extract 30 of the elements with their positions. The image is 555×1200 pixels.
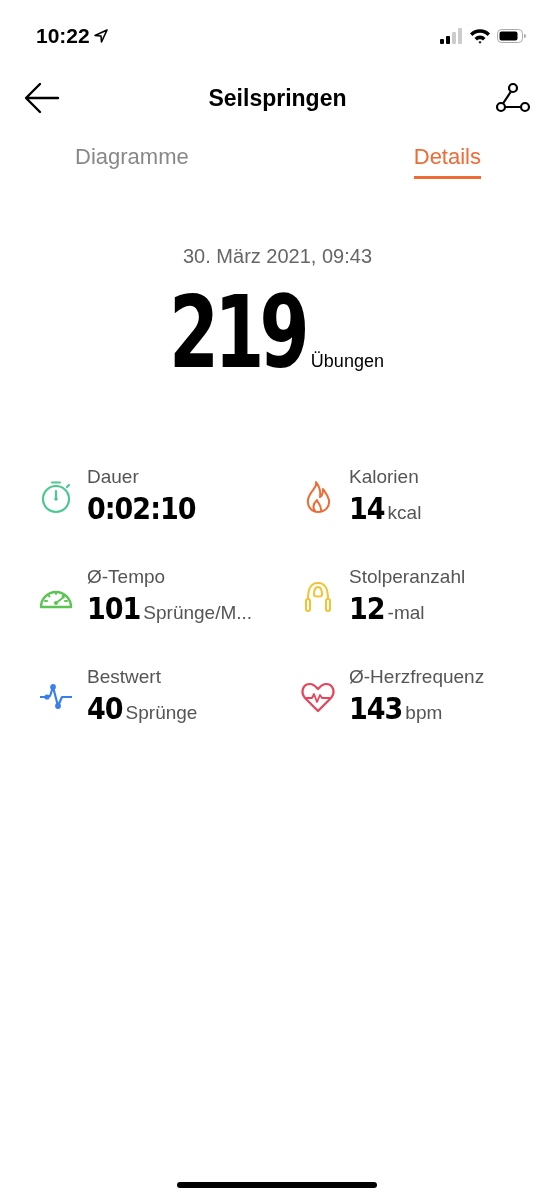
page-title: Seilspringen bbox=[208, 84, 347, 112]
battery-icon bbox=[497, 28, 527, 44]
share-button[interactable] bbox=[495, 82, 533, 114]
stat-value: 0:02:10 bbox=[87, 490, 196, 528]
signal-icon bbox=[439, 28, 463, 44]
date-time: 30. März 2021, 09:43 bbox=[182, 245, 373, 268]
stat-value: 40 bbox=[87, 690, 123, 728]
stat-unit: Sprünge bbox=[125, 702, 198, 724]
status-time: 10:22 bbox=[36, 24, 90, 48]
jump-count: 219 bbox=[169, 274, 305, 391]
stat-label: Bestwert bbox=[87, 665, 162, 689]
stat-unit: Sprünge/M... bbox=[143, 602, 253, 624]
stat-unit: kcal bbox=[387, 502, 422, 524]
stat-value: 143 bbox=[349, 690, 403, 728]
stat-unit: -mal bbox=[387, 602, 425, 624]
back-button[interactable] bbox=[24, 82, 60, 114]
stat-label: Ø-Tempo bbox=[87, 565, 167, 589]
stat-value: 12 bbox=[349, 590, 385, 628]
stat-label: Stolperanzahl bbox=[349, 565, 466, 589]
location-arrow-icon bbox=[92, 28, 109, 44]
jump-count-unit: Übungen bbox=[310, 351, 384, 372]
stat-label: Dauer bbox=[87, 465, 140, 489]
wifi-icon bbox=[469, 28, 491, 44]
stat-label: Ø-Herzfrequenz bbox=[349, 665, 485, 689]
stat-value: 14 bbox=[349, 490, 385, 528]
stat-label: Kalorien bbox=[349, 465, 420, 489]
stat-unit: bpm bbox=[405, 702, 443, 724]
tab[interactable]: Diagramme bbox=[75, 142, 189, 179]
tab[interactable]: Details bbox=[413, 142, 481, 179]
stat-value: 101 bbox=[87, 590, 141, 628]
